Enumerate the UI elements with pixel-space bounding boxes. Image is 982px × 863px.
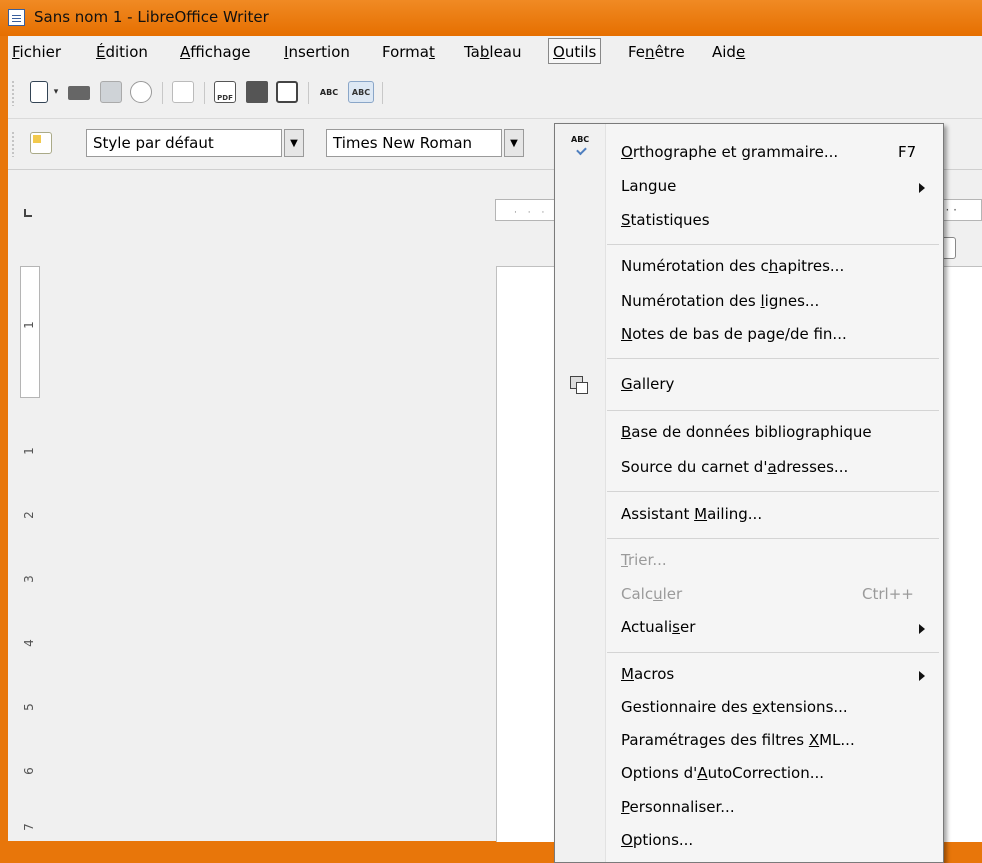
ruler-number: 3 [21, 575, 36, 583]
menu-fenetre[interactable]: Fenêtre [628, 43, 685, 61]
menu-item-gestionnaire-extensions[interactable]: Gestionnaire des extensions... [621, 698, 848, 716]
ruler-ticks: · · · [514, 208, 549, 218]
paragraph-style-dropdown-icon[interactable]: ▼ [284, 129, 304, 157]
new-dropdown-arrow-icon[interactable]: ▾ [50, 81, 62, 103]
email-icon[interactable] [130, 81, 152, 103]
ruler-number: 7 [21, 823, 36, 831]
submenu-arrow-icon [919, 624, 925, 634]
menu-separator [607, 652, 939, 653]
menu-item-base-bibliographique[interactable]: Base de données bibliographique [621, 423, 872, 441]
menu-item-source-carnet[interactable]: Source du carnet d'adresses... [621, 458, 848, 476]
auto-spellcheck-icon[interactable]: ABC [348, 81, 374, 103]
menu-tableau[interactable]: Tableau [464, 43, 522, 61]
spelling-icon[interactable]: ABC [316, 81, 342, 103]
standard-toolbar: ▾ PDF ABC ABC ✂ ▾ [8, 68, 982, 151]
menu-item-trier: Trier... [621, 551, 667, 569]
menu-item-macros[interactable]: Macros [621, 665, 674, 683]
menu-item-statistiques[interactable]: Statistiques [621, 211, 710, 229]
vertical-ruler[interactable]: 1 1 2 3 4 5 6 7 [20, 266, 40, 841]
menu-separator [607, 244, 939, 245]
window-title: Sans nom 1 - LibreOffice Writer [34, 8, 269, 26]
new-document-icon[interactable] [30, 81, 48, 103]
ruler-number: 1 [21, 447, 36, 455]
menu-item-orthographe[interactable]: Orthographe et grammaire... [621, 143, 838, 161]
tab-stop-selector-icon[interactable] [24, 209, 32, 217]
menu-separator [607, 538, 939, 539]
menu-item-autocorrection[interactable]: Options d'AutoCorrection... [621, 764, 824, 782]
menu-item-personnaliser[interactable]: Personnaliser... [621, 798, 735, 816]
gallery-icon [570, 376, 588, 394]
shortcut-ctrl-plus: Ctrl++ [862, 585, 914, 603]
menu-item-calculer: Calculer [621, 585, 683, 603]
menu-item-notes[interactable]: Notes de bas de page/de fin... [621, 325, 847, 343]
menu-item-filtres-xml[interactable]: Paramétrages des filtres XML... [621, 731, 855, 749]
toolbar-separator [162, 82, 163, 104]
print-icon[interactable] [246, 81, 268, 103]
writer-document-icon [8, 9, 25, 26]
ruler-number: 5 [21, 703, 36, 711]
font-name-combo[interactable]: Times New Roman [326, 129, 502, 157]
menu-separator [607, 491, 939, 492]
paragraph-style-combo[interactable]: Style par défaut [86, 129, 282, 157]
edit-file-icon[interactable] [172, 81, 194, 103]
export-pdf-icon[interactable]: PDF [214, 81, 236, 103]
shortcut-f7: F7 [898, 143, 917, 161]
toolbar-grip[interactable] [12, 80, 14, 106]
ruler-number: 1 [21, 321, 36, 329]
menu-affichage[interactable]: Affichage [180, 43, 250, 61]
spellcheck-icon: ABC [571, 135, 591, 157]
menu-item-options[interactable]: Options... [621, 831, 693, 849]
ruler-number: 2 [21, 511, 36, 519]
styles-icon[interactable] [30, 132, 52, 154]
font-name-dropdown-icon[interactable]: ▼ [504, 129, 524, 157]
toolbar-grip[interactable] [12, 131, 14, 157]
menu-edition[interactable]: Édition [96, 43, 148, 61]
submenu-arrow-icon [919, 671, 925, 681]
menu-item-numerotation-lignes[interactable]: Numérotation des lignes... [621, 292, 819, 310]
menu-item-gallery[interactable]: Gallery [621, 375, 674, 393]
menu-separator [607, 410, 939, 411]
menu-separator [607, 358, 939, 359]
print-preview-icon[interactable] [276, 81, 298, 103]
vertical-ruler-margin [20, 266, 40, 398]
save-icon[interactable] [100, 81, 122, 103]
ruler-number: 4 [21, 639, 36, 647]
open-icon[interactable] [68, 86, 90, 100]
menu-item-langue[interactable]: Langue [621, 177, 676, 195]
title-bar: Sans nom 1 - LibreOffice Writer [0, 0, 982, 36]
ruler-number: 6 [21, 767, 36, 775]
menu-aide[interactable]: Aide [712, 43, 745, 61]
menu-bar: Fichier Édition Affichage Insertion Form… [8, 36, 982, 68]
menu-item-assistant-mailing[interactable]: Assistant Mailing... [621, 505, 762, 523]
tools-menu: ABC Orthographe et grammaire... F7 Langu… [554, 123, 944, 863]
menu-fichier[interactable]: Fichier [12, 43, 61, 61]
writer-workspace: Fichier Édition Affichage Insertion Form… [8, 36, 982, 863]
menu-format[interactable]: Format [382, 43, 435, 61]
menu-outils[interactable]: Outils [548, 38, 602, 64]
toolbar-separator [308, 82, 309, 104]
toolbar-separator [382, 82, 383, 104]
menu-icon-gutter [555, 124, 606, 862]
menu-item-actualiser[interactable]: Actualiser [621, 618, 695, 636]
menu-item-numerotation-chapitres[interactable]: Numérotation des chapitres... [621, 257, 844, 275]
menu-insertion[interactable]: Insertion [284, 43, 350, 61]
toolbar-separator [204, 82, 205, 104]
submenu-arrow-icon [919, 183, 925, 193]
